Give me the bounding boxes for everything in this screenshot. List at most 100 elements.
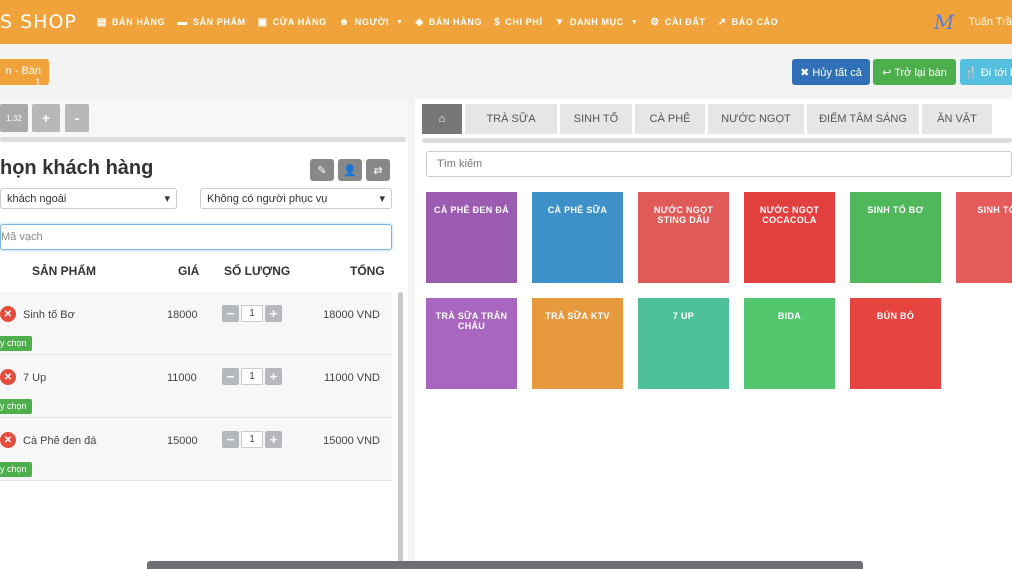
tab-category[interactable]: ĐIỂM TÂM SÁNG: [807, 104, 919, 134]
user-name[interactable]: Tuấn Trầ: [968, 16, 1012, 28]
nav-item-8[interactable]: ↗ BÁO CÁO: [712, 17, 785, 28]
order-row: ✕ Cà Phê đen đá 15000−1 +15000 VND y chọn: [0, 418, 392, 481]
order-table-header: SẢN PHẨM GIÁ SỐ LƯỢNG TỔNG: [0, 264, 392, 280]
product-tile[interactable]: 7 UP: [638, 298, 729, 389]
order-toolbar: 1:32 + -: [0, 99, 408, 139]
order-item-name: 7 Up: [23, 372, 47, 384]
product-tile[interactable]: SINH TỐ D: [956, 192, 1012, 283]
decrease-qty-button[interactable]: −: [222, 431, 239, 448]
option-select-button[interactable]: y chọn: [0, 399, 32, 414]
chevron-down-icon: ▼: [395, 18, 404, 26]
product-tile-label: CÀ PHÊ SỮA: [547, 205, 608, 215]
brand-logo[interactable]: S SHOP: [0, 11, 77, 33]
cancel-all-button[interactable]: ✖ Hủy tất cả: [792, 59, 870, 85]
tab-category[interactable]: SINH TỐ: [560, 104, 632, 134]
order-list-scrollbar[interactable]: [398, 292, 403, 562]
chevron-down-icon: ▾: [164, 193, 170, 205]
nav-label: BÁN HÀNG: [111, 17, 166, 27]
order-item-price: 18000: [167, 309, 198, 321]
quantity-stepper: −1 +: [222, 368, 282, 385]
product-tile[interactable]: TRÀ SỮA KTV: [532, 298, 623, 389]
header-product: SẢN PHẨM: [32, 264, 97, 278]
product-tile[interactable]: SINH TỐ BƠ: [850, 192, 941, 283]
nav-item-7[interactable]: ⚙ CÀI ĐẶT: [644, 17, 711, 28]
customer-select[interactable]: khách ngoài ▾: [0, 188, 177, 209]
user-area[interactable]: M Tuấn Trầ: [934, 0, 1012, 44]
swap-icon[interactable]: ⇄: [366, 159, 390, 181]
quantity-field[interactable]: 1: [241, 368, 263, 385]
header-qty: SỐ LƯỢNG: [224, 264, 291, 278]
order-item-total: 18000 VND: [323, 309, 380, 321]
order-item-total: 11000 VND: [323, 372, 380, 384]
order-item-price: 11000: [167, 372, 197, 384]
add-user-icon[interactable]: 👤: [338, 159, 362, 181]
order-row: ✕ 7 Up 11000−1 +11000 VND y chọn: [0, 355, 392, 418]
tab-category[interactable]: ĂN VẶT: [922, 104, 992, 134]
tab-home[interactable]: ⌂: [422, 104, 462, 134]
product-tile[interactable]: NƯỚC NGỌT STING DÂU: [638, 192, 729, 283]
decrease-qty-button[interactable]: −: [222, 305, 239, 322]
nav-icon: ▣: [257, 16, 268, 28]
increase-qty-button[interactable]: +: [265, 368, 282, 385]
product-tile-label: BÚN BÒ: [876, 311, 915, 321]
option-select-button[interactable]: y chọn: [0, 336, 32, 351]
nav-label: CỬA HÀNG: [272, 17, 327, 27]
option-select-button[interactable]: y chọn: [0, 462, 32, 477]
product-tile[interactable]: BÚN BÒ: [850, 298, 941, 389]
tab-category[interactable]: TRÀ SỮA: [465, 104, 557, 134]
quantity-field[interactable]: 1: [241, 305, 263, 322]
nav-label: CÀI ĐẶT: [664, 17, 706, 27]
product-search-input[interactable]: Tìm kiếm: [426, 151, 1012, 177]
product-tile-label: SINH TỐ BƠ: [867, 205, 924, 215]
remove-order-button[interactable]: -: [65, 104, 89, 132]
tab-category[interactable]: CÀ PHÊ: [635, 104, 705, 134]
product-tile-label: TRÀ SỮA KTV: [545, 311, 610, 321]
nav-label: BÁN HÀNG: [428, 17, 483, 27]
product-tile-label: SINH TỐ D: [977, 205, 1012, 215]
decrease-qty-button[interactable]: −: [222, 368, 239, 385]
tag-icon[interactable]: ✎: [310, 159, 334, 181]
tab-category[interactable]: NƯỚC NGỌT: [708, 104, 804, 134]
nav-item-0[interactable]: ▤ BÁN HÀNG: [91, 17, 171, 28]
nav-item-3[interactable]: ☻ NGƯỜI ▼: [333, 17, 410, 28]
nav-item-2[interactable]: ▣ CỬA HÀNG: [252, 17, 333, 28]
product-tile[interactable]: NƯỚC NGỌT COCACOLA: [744, 192, 835, 283]
product-tile[interactable]: BIDA: [744, 298, 835, 389]
product-tile[interactable]: CÀ PHÊ ĐEN ĐÁ: [426, 192, 517, 283]
nav-item-5[interactable]: $ CHI PHÍ: [488, 17, 548, 28]
back-to-table-button[interactable]: ↩ Trở lại bàn: [873, 59, 956, 85]
tab-scrollbar[interactable]: [422, 138, 1012, 143]
nav-item-4[interactable]: ◈ BÁN HÀNG: [409, 17, 488, 28]
nav-label: DANH MỤC: [569, 17, 624, 27]
nav-item-6[interactable]: ▼ DANH MỤC ▼: [548, 17, 644, 28]
remove-item-icon[interactable]: ✕: [0, 306, 16, 322]
nav-icon: $: [494, 16, 501, 28]
order-item-name: Cà Phê đen đá: [23, 435, 97, 447]
nav-icon: ◈: [415, 16, 424, 28]
product-tile[interactable]: TRÀ SỮA TRÂN CHÂU: [426, 298, 517, 389]
quantity-stepper: −1 +: [222, 305, 282, 322]
quantity-field[interactable]: 1: [241, 431, 263, 448]
product-tile[interactable]: CÀ PHÊ SỮA: [532, 192, 623, 283]
nav-item-1[interactable]: ▬ SẢN PHẨM: [171, 17, 251, 28]
customer-select-value: khách ngoài: [7, 192, 67, 205]
remove-item-icon[interactable]: ✕: [0, 369, 16, 385]
increase-qty-button[interactable]: +: [265, 305, 282, 322]
quantity-stepper: −1 +: [222, 431, 282, 448]
current-table-badge: n - Bàn 1: [0, 59, 49, 89]
product-tile-label: 7 UP: [672, 311, 695, 321]
remove-item-icon[interactable]: ✕: [0, 432, 16, 448]
toolbar-scrollbar[interactable]: [0, 137, 406, 142]
go-to-button[interactable]: 🍴 Đi tới b: [960, 59, 1012, 85]
main-nav: ▤ BÁN HÀNG ▬ SẢN PHẨM ▣ CỬA HÀNG ☻ NGƯỜI ▼ ◈ BÁN H…: [91, 17, 784, 28]
order-item-name: Sinh tố Bơ: [23, 309, 75, 321]
nav-icon: ↗: [717, 16, 727, 28]
product-tile-label: NƯỚC NGỌT STING DÂU: [653, 205, 714, 225]
staff-select[interactable]: Không có người phục vụ ▾: [200, 188, 392, 209]
increase-qty-button[interactable]: +: [265, 431, 282, 448]
add-order-button[interactable]: +: [32, 104, 60, 132]
user-logo-icon: M: [933, 10, 955, 34]
nav-label: SẢN PHẨM: [192, 17, 246, 27]
nav-icon: ▼: [554, 16, 565, 28]
barcode-input[interactable]: Mã vạch: [0, 224, 392, 250]
